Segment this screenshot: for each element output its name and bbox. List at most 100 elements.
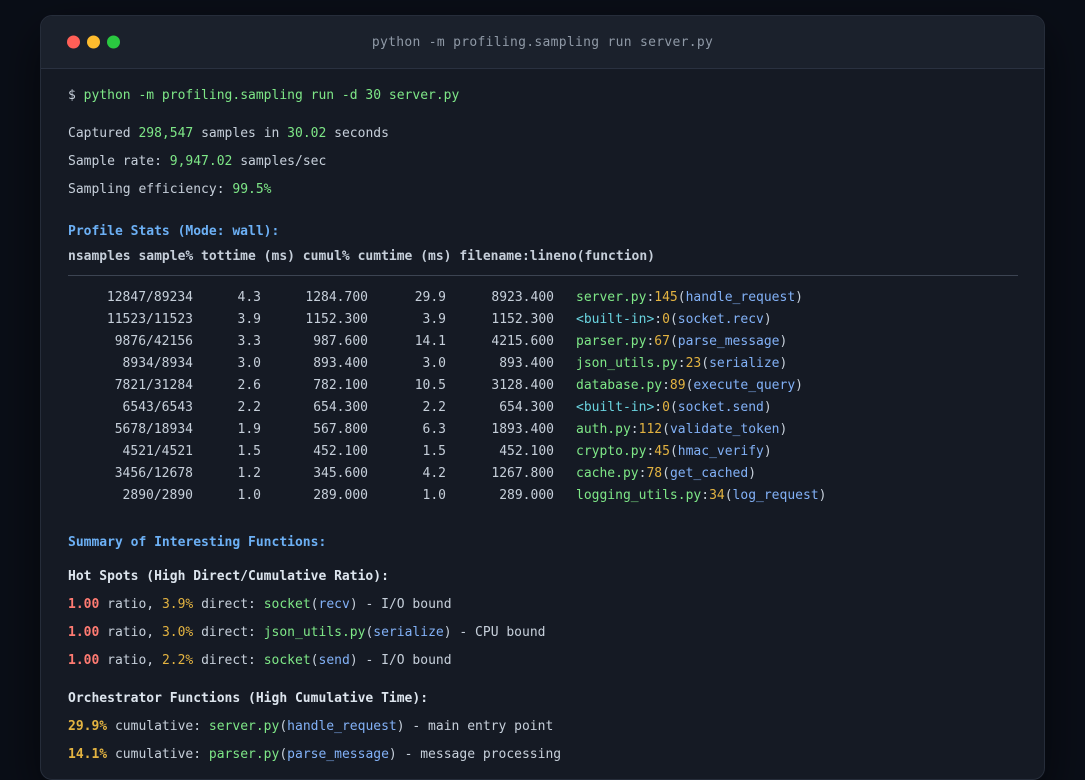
text-segment: serialize <box>373 625 444 640</box>
cell-nsamples: 4521/4521 <box>122 444 193 459</box>
orchestrator-lines: 29.9% cumulative: server.py(handle_reque… <box>68 713 1018 769</box>
terminal-line: Sampling efficiency: 99.5% <box>68 176 1018 204</box>
text-segment: ( <box>669 334 678 349</box>
text-segment: 112 <box>638 422 663 437</box>
text-segment: ) <box>763 444 772 459</box>
stats-row: 12847/89234 4.3 1284.700 29.9 8923.400 server… <box>68 287 1018 309</box>
text-segment: ) <box>396 719 405 734</box>
text-segment: Captured <box>68 126 139 141</box>
close-button[interactable] <box>67 35 80 49</box>
text-segment: server.py <box>208 719 280 734</box>
cell-tottime: 289.000 <box>313 488 368 503</box>
text-segment: 23 <box>685 356 702 371</box>
cell-function: json_utils.py:23(serialize) <box>554 353 1018 375</box>
text-segment: 34 <box>709 488 725 503</box>
cell-cumul-pct: 1.5 <box>422 444 446 459</box>
text-segment: : <box>654 400 663 415</box>
text-segment: direct: <box>193 625 264 640</box>
text-segment: - main entry point <box>404 719 554 734</box>
text-segment: ( <box>662 422 670 437</box>
text-segment: handle_request <box>287 719 397 734</box>
cell-nsamples: 7821/31284 <box>114 378 193 393</box>
cell-function: auth.py:112(validate_token) <box>554 419 1018 441</box>
text-segment: 0 <box>662 312 670 327</box>
text-segment: - message processing <box>396 747 562 762</box>
text-segment: python -m profiling.sampling run -d 30 s… <box>83 88 460 103</box>
cell-sample-pct: 1.2 <box>237 466 261 481</box>
cell-cumul-pct: 6.3 <box>422 422 446 437</box>
window-controls <box>67 35 120 49</box>
text-segment: ) <box>349 653 358 668</box>
text-segment: 14.1% <box>68 747 108 762</box>
cell-tottime: 1152.300 <box>305 312 368 327</box>
cell-cumtime: 1893.400 <box>491 422 554 437</box>
text-segment: 99.5% <box>232 182 272 197</box>
hotspots-heading: Hot Spots (High Direct/Cumulative Ratio)… <box>68 569 389 584</box>
cell-nsamples: 5678/18934 <box>114 422 193 437</box>
text-segment: ( <box>310 597 319 612</box>
text-segment: : <box>677 356 686 371</box>
text-segment: validate_token <box>669 422 780 437</box>
text-segment: socket <box>263 597 311 612</box>
hotspot-lines: 1.00 ratio, 3.9% direct: socket(recv) - … <box>68 591 1018 675</box>
text-segment: ( <box>724 488 733 503</box>
cell-function: parser.py:67(parse_message) <box>554 331 1018 353</box>
cell-cumul-pct: 3.9 <box>422 312 446 327</box>
text-segment: direct: <box>193 653 264 668</box>
text-segment: ) <box>443 625 452 640</box>
cell-cumul-pct: 14.1 <box>414 334 446 349</box>
table-separator <box>68 275 1018 276</box>
text-segment: auth.py <box>576 422 631 437</box>
text-segment: json_utils.py <box>263 625 366 640</box>
text-segment: ) <box>349 597 358 612</box>
text-segment: ratio, <box>99 653 162 668</box>
cell-sample-pct: 2.2 <box>237 400 261 415</box>
terminal-content: $ python -m profiling.sampling run -d 30… <box>41 69 1044 769</box>
titlebar: python -m profiling.sampling run server.… <box>41 16 1044 69</box>
profile-stats-heading: Profile Stats (Mode: wall): <box>68 224 280 239</box>
text-segment: - I/O bound <box>357 653 452 668</box>
window-title: python -m profiling.sampling run server.… <box>371 34 714 50</box>
zoom-button[interactable] <box>107 35 120 49</box>
text-segment: 1.00 <box>68 653 100 668</box>
minimize-button[interactable] <box>87 35 100 49</box>
terminal-line: 1.00 ratio, 2.2% direct: socket(send) - … <box>68 647 1018 675</box>
text-segment: 145 <box>654 290 678 305</box>
text-segment: 89 <box>669 378 686 393</box>
stats-table-header: nsamples sample% tottime (ms) cumul% cum… <box>68 249 655 264</box>
cell-tottime: 345.600 <box>313 466 368 481</box>
cell-tottime: 567.800 <box>313 422 368 437</box>
cell-function: logging_utils.py:34(log_request) <box>554 485 1018 507</box>
stats-row: 11523/11523 3.9 1152.300 3.9 1152.300 <built-… <box>68 309 1018 331</box>
cell-nsamples: 6543/6543 <box>122 400 193 415</box>
text-segment: 298,547 <box>138 126 194 141</box>
text-segment: send <box>318 653 350 668</box>
text-segment: execute_query <box>693 378 796 393</box>
text-segment: ) <box>388 747 397 762</box>
cell-tottime: 1284.700 <box>305 290 368 305</box>
text-segment: parse_message <box>677 334 780 349</box>
text-segment: parser.py <box>208 747 280 762</box>
text-segment: ( <box>669 400 678 415</box>
text-segment: - I/O bound <box>357 597 452 612</box>
cell-cumtime: 1267.800 <box>491 466 554 481</box>
stats-row: 8934/8934 3.0 893.400 3.0 893.400 json_utils.… <box>68 353 1018 375</box>
text-segment: server.py <box>576 290 647 305</box>
cell-sample-pct: 1.0 <box>237 488 261 503</box>
stats-row: 2890/2890 1.0 289.000 1.0 289.000 logging_uti… <box>68 485 1018 507</box>
summary-heading: Summary of Interesting Functions: <box>68 535 327 550</box>
text-segment: ) <box>795 290 803 305</box>
cell-function: server.py:145(handle_request) <box>554 287 1018 309</box>
text-segment: 1.00 <box>68 597 100 612</box>
stats-row: 9876/42156 3.3 987.600 14.1 4215.600 parser.p… <box>68 331 1018 353</box>
text-segment: serialize <box>709 356 780 371</box>
stats-row: 7821/31284 2.6 782.100 10.5 3128.400 database… <box>68 375 1018 397</box>
text-segment: ( <box>669 444 678 459</box>
text-segment: handle_request <box>685 290 796 305</box>
text-segment: cumulative: <box>107 719 209 734</box>
cell-nsamples: 8934/8934 <box>122 356 193 371</box>
text-segment: recv <box>318 597 350 612</box>
text-segment: $ <box>68 88 84 103</box>
text-segment: 78 <box>646 466 663 481</box>
text-segment: 45 <box>654 444 670 459</box>
